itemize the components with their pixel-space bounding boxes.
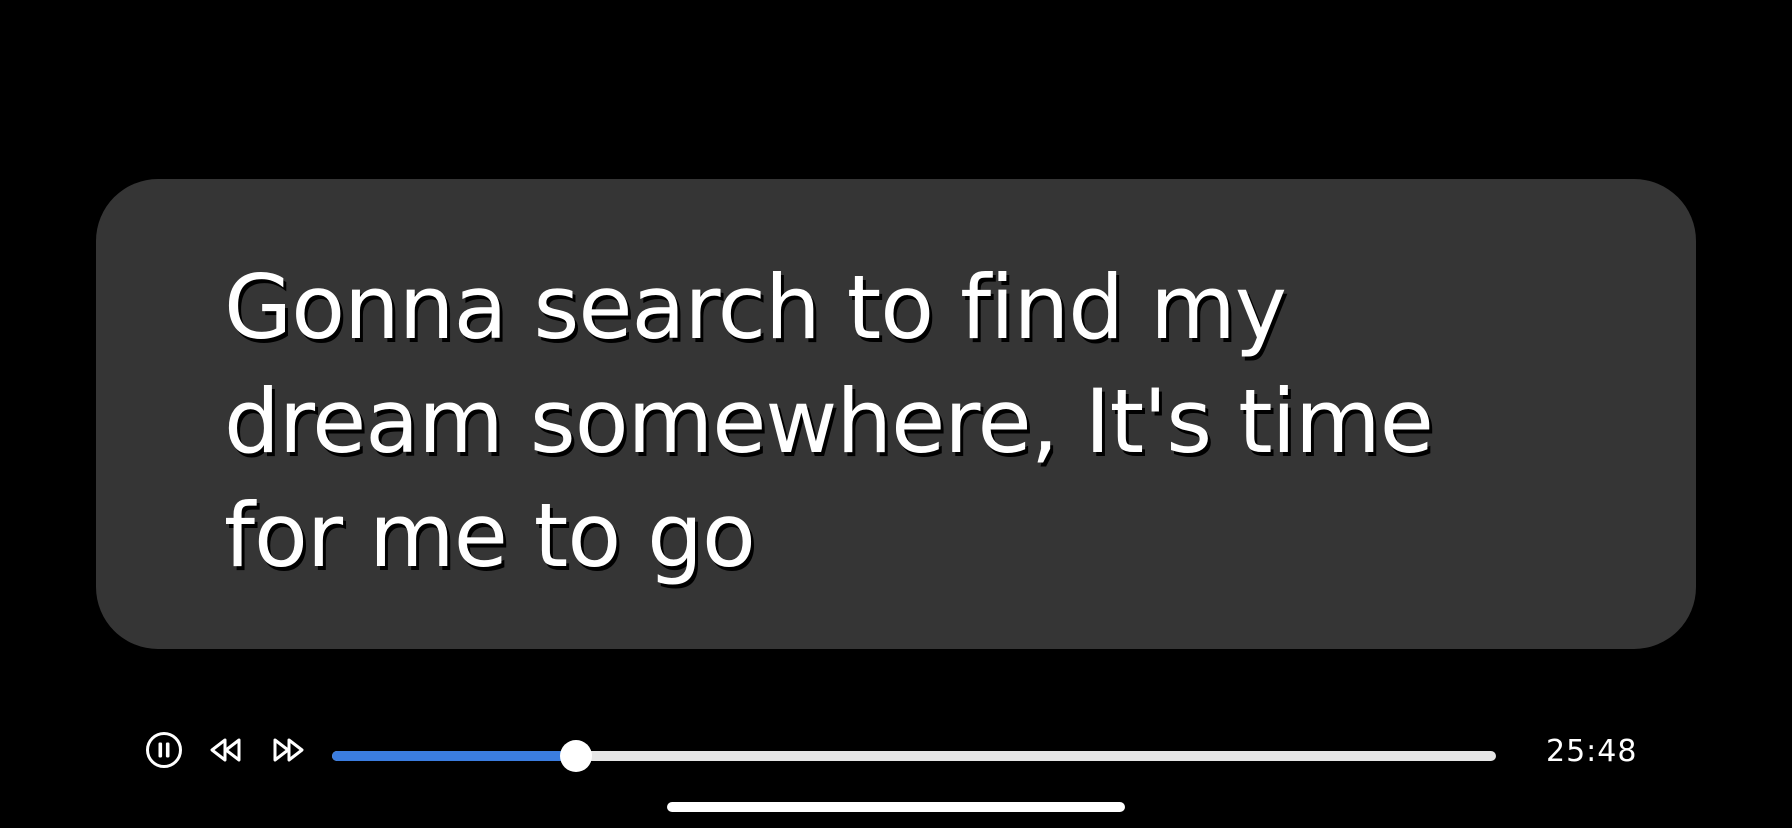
rewind-button[interactable] [206,730,246,770]
fast-forward-icon [273,738,304,762]
pause-button[interactable] [144,730,184,770]
playback-controls: 25:48 [0,720,1792,776]
pause-circle-icon [146,732,182,768]
time-display: 25:48 [1546,734,1638,769]
progress-thumb[interactable] [560,740,593,772]
progress-bar[interactable] [332,740,1496,772]
fast-forward-button[interactable] [268,730,308,770]
home-indicator[interactable] [667,802,1125,812]
lyrics-card: Gonna search to find my dream somewhere,… [96,179,1696,649]
progress-fill [332,751,577,761]
rewind-icon [210,738,241,762]
lyrics-text: Gonna search to find my dream somewhere,… [224,256,1434,587]
